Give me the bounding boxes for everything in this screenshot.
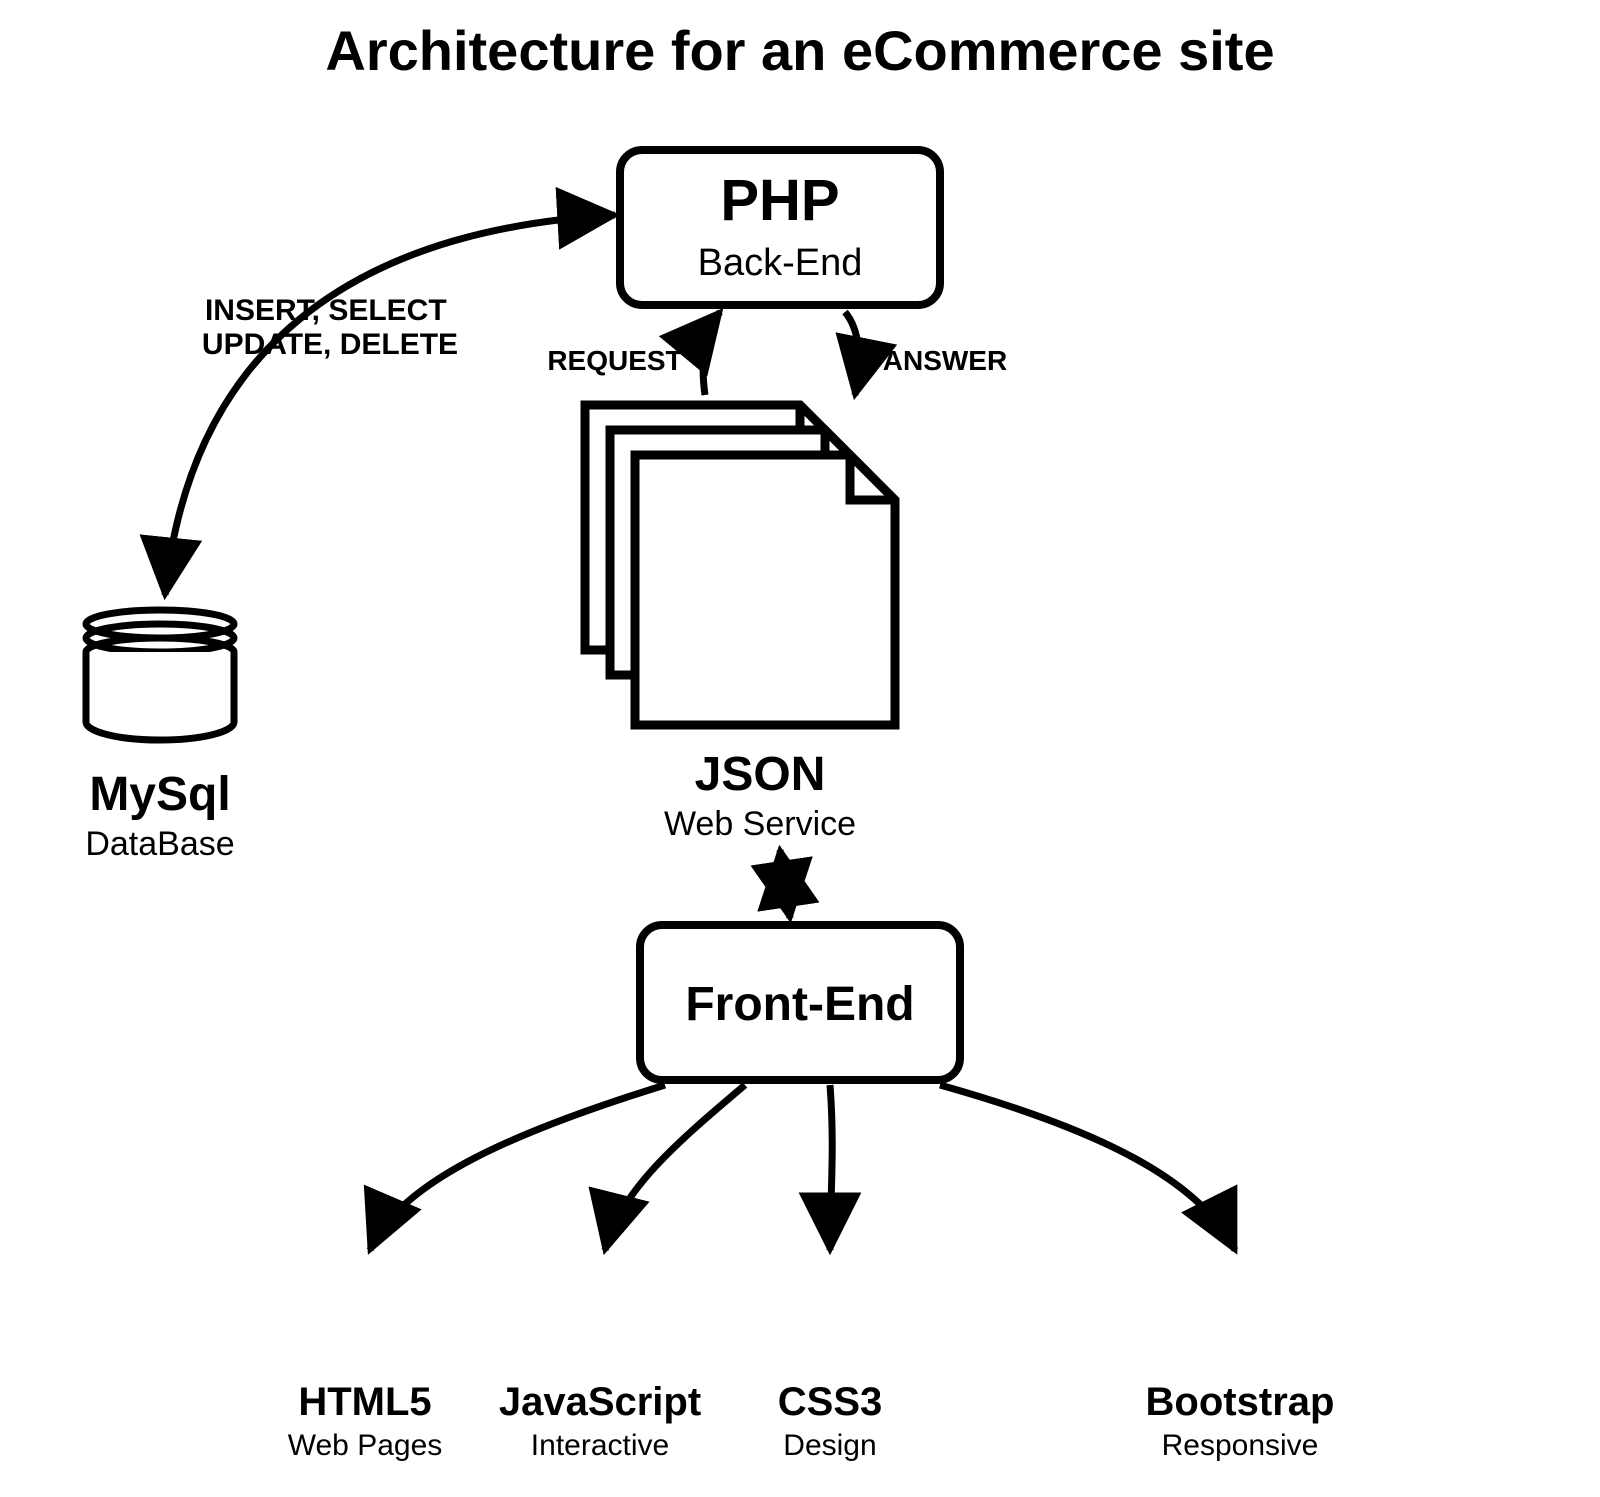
documents-icon <box>585 405 895 725</box>
js-sub: Interactive <box>531 1429 669 1462</box>
node-html: HTML5 Web Pages <box>288 1258 443 1462</box>
mysql-label: MySql <box>89 768 230 821</box>
php-sub: Back-End <box>698 242 863 284</box>
frontend-label: Front-End <box>685 978 914 1031</box>
edge-fe-bootstrap <box>940 1085 1235 1250</box>
database-icon <box>86 610 234 740</box>
svg-text:INSERT, SELECT UPDATE, D: INSERT, SELECT UPDATE, DELETE <box>202 294 458 361</box>
html-label: HTML5 <box>298 1380 431 1424</box>
js-label: JavaScript <box>499 1380 701 1424</box>
edge-answer-label: ANSWER <box>883 345 1007 376</box>
edge-fe-html <box>370 1085 665 1250</box>
node-bootstrap: Bootstrap Responsive <box>1146 1258 1335 1462</box>
diagram-title: Architecture for an eCommerce site <box>325 19 1274 82</box>
edge-fe-css <box>830 1085 832 1250</box>
node-js: JavaScript Interactive <box>499 1258 701 1462</box>
edge-request-label: REQUEST <box>547 345 682 376</box>
node-mysql: MySql DataBase <box>85 610 234 863</box>
html-sub: Web Pages <box>288 1429 443 1462</box>
bootstrap-sub: Responsive <box>1162 1429 1319 1462</box>
bootstrap-label: Bootstrap <box>1146 1380 1335 1424</box>
edge-php-mysql-line2: UPDATE, DELETE <box>202 328 458 361</box>
edge-php-json-answer: ANSWER <box>845 312 1007 395</box>
edge-fe-js <box>605 1085 745 1250</box>
node-php: PHP Back-End <box>620 150 940 305</box>
edge-php-mysql-line1: INSERT, SELECT <box>205 294 447 327</box>
edge-json-frontend <box>780 850 790 918</box>
edge-php-mysql: INSERT, SELECT UPDATE, DELETE <box>165 215 615 595</box>
json-label: JSON <box>695 748 826 801</box>
php-label: PHP <box>720 168 839 233</box>
node-frontend: Front-End <box>640 925 960 1080</box>
mysql-sub: DataBase <box>85 825 234 863</box>
css-label: CSS3 <box>778 1380 883 1424</box>
json-sub: Web Service <box>664 805 856 843</box>
node-css: CSS3 Design <box>775 1258 885 1462</box>
node-json: JSON Web Service <box>585 405 895 843</box>
edge-json-php-request: REQUEST <box>547 312 720 395</box>
css-sub: Design <box>783 1429 876 1462</box>
